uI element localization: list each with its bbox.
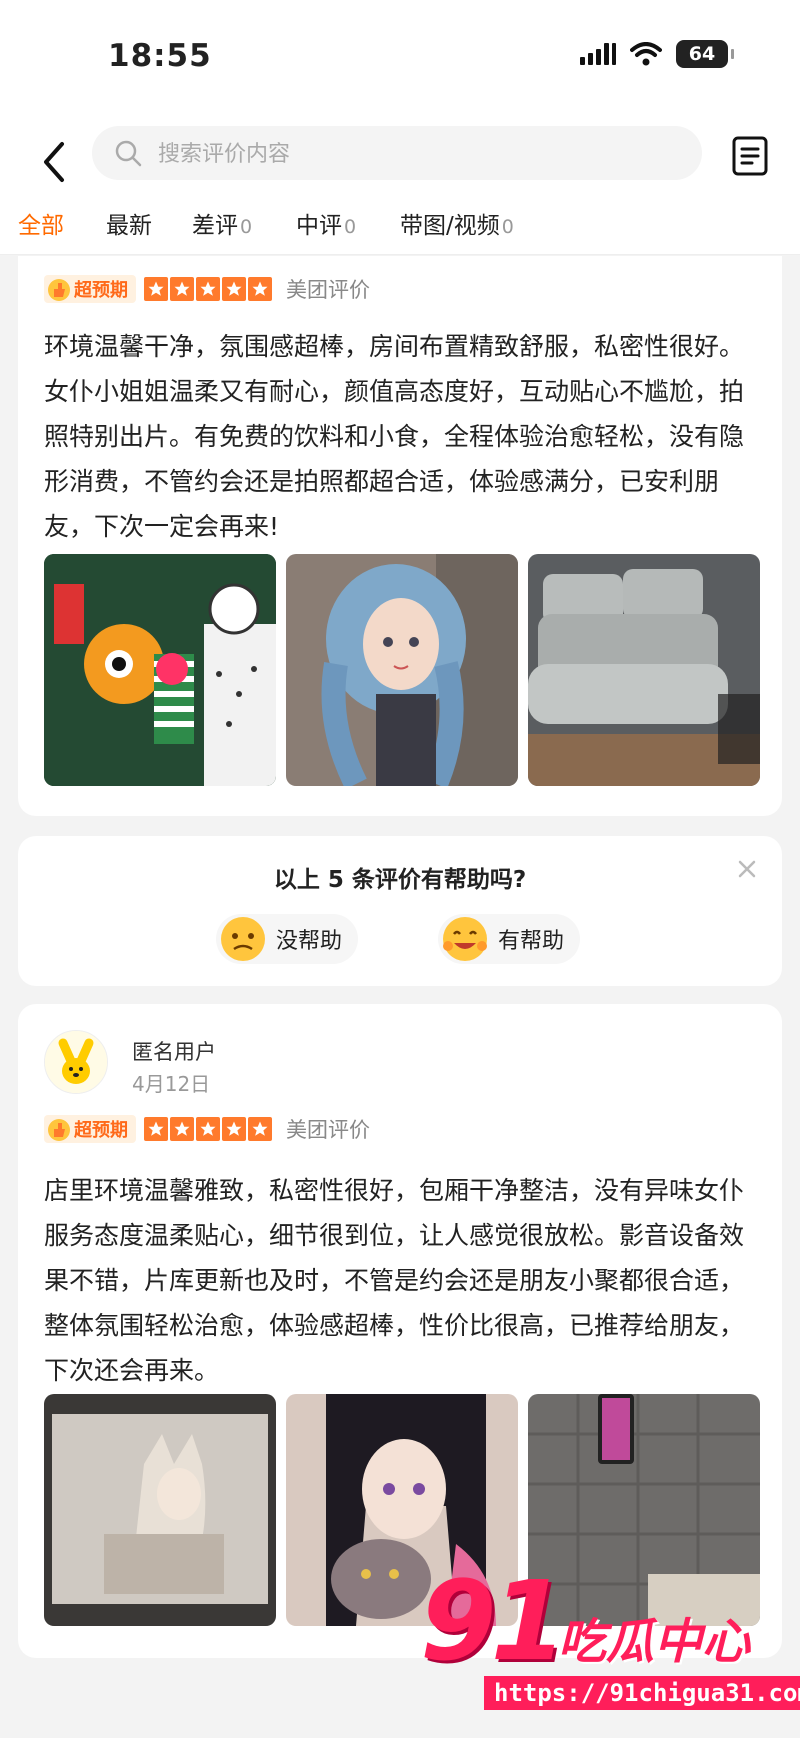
review-photos bbox=[44, 554, 760, 786]
star-icon bbox=[196, 277, 220, 301]
happy-face-icon bbox=[443, 917, 487, 961]
helpful-button[interactable]: 有帮助 bbox=[438, 914, 581, 964]
not-helpful-button[interactable]: 没帮助 bbox=[216, 914, 359, 964]
watermark-number: 91 bbox=[420, 1557, 567, 1685]
watermark: 91 吃瓜中心 https://91chigua31.com bbox=[420, 1557, 800, 1716]
thumbs-up-icon bbox=[48, 279, 70, 301]
tab-latest[interactable]: 最新 bbox=[106, 206, 154, 240]
search-icon bbox=[115, 140, 142, 167]
exceeds-expectation-badge: 超预期 bbox=[44, 1115, 136, 1143]
status-bar: 18:55 64 bbox=[0, 0, 800, 118]
helpful-survey-card: 以上 5 条评价有帮助吗? 没帮助 有帮助 bbox=[18, 836, 782, 986]
tab-label: 差评 bbox=[192, 213, 238, 239]
wifi-icon bbox=[630, 42, 662, 66]
search-input[interactable] bbox=[156, 126, 680, 182]
exceeds-expectation-badge: 超预期 bbox=[44, 275, 136, 303]
watermark-name: 吃瓜中心 bbox=[558, 1614, 751, 1670]
star-icon bbox=[170, 1117, 194, 1141]
rating-row: 超预期 美团评价 bbox=[44, 274, 370, 304]
star-icon bbox=[248, 277, 272, 301]
tab-neutral[interactable]: 中评 0 bbox=[296, 206, 356, 240]
signal-icon bbox=[580, 43, 616, 65]
star-icon bbox=[196, 1117, 220, 1141]
tab-all[interactable]: 全部 bbox=[18, 206, 66, 240]
list-icon[interactable] bbox=[730, 134, 770, 178]
tab-count: 0 bbox=[344, 216, 357, 238]
battery-icon: 64 bbox=[676, 40, 734, 68]
reviewer-name: 匿名用户 bbox=[132, 1040, 216, 1064]
tab-label: 带图/视频 bbox=[400, 213, 500, 239]
review-text: 环境温馨干净，氛围感超棒，房间布置精致舒服，私密性很好。女仆小姐姐温柔又有耐心，… bbox=[44, 332, 745, 541]
tab-count: 0 bbox=[240, 216, 253, 238]
filter-tabs: 全部 最新 差评 0 中评 0 带图/视频 0 bbox=[0, 192, 800, 255]
star-icon bbox=[222, 277, 246, 301]
close-icon[interactable] bbox=[736, 858, 758, 880]
tab-media[interactable]: 带图/视频 0 bbox=[400, 206, 514, 240]
star-rating bbox=[144, 277, 272, 301]
badge-label: 超预期 bbox=[74, 280, 128, 301]
back-arrow-icon[interactable] bbox=[34, 136, 74, 188]
star-rating bbox=[144, 1117, 272, 1141]
review-text: 店里环境温馨雅致，私密性很好，包厢干净整洁，没有异味女仆服务态度温柔贴心，细节很… bbox=[44, 1176, 745, 1385]
star-icon bbox=[248, 1117, 272, 1141]
tab-label: 中评 bbox=[296, 213, 342, 239]
tab-count: 0 bbox=[501, 216, 514, 238]
tab-label: 最新 bbox=[106, 213, 152, 239]
status-icons: 64 bbox=[580, 40, 734, 68]
badge-label: 超预期 bbox=[74, 1120, 128, 1141]
review-photo[interactable] bbox=[528, 554, 760, 786]
review-photo[interactable] bbox=[44, 1394, 276, 1626]
rating-row: 超预期 美团评价 bbox=[44, 1114, 370, 1144]
status-time: 18:55 bbox=[108, 38, 212, 74]
star-icon bbox=[144, 277, 168, 301]
confused-face-icon bbox=[221, 917, 265, 961]
review-source: 美团评价 bbox=[286, 1118, 370, 1142]
review-card: 匿名用户 4月12日 超预期 美团评价 店里环境温馨雅致，私密性很好，包厢干净整… bbox=[18, 1004, 782, 1658]
review-date: 4月12日 bbox=[132, 1072, 211, 1096]
star-icon bbox=[144, 1117, 168, 1141]
helpful-label: 有帮助 bbox=[498, 929, 565, 954]
review-card: 超预期 美团评价 环境温馨干净，氛围感超棒，房间布置精致舒服，私密性很好。女仆小… bbox=[18, 256, 782, 816]
search-bar[interactable] bbox=[92, 126, 702, 182]
watermark-url: https://91chigua31.com bbox=[484, 1676, 800, 1710]
star-icon bbox=[222, 1117, 246, 1141]
thumbs-up-icon bbox=[48, 1119, 70, 1141]
avatar[interactable] bbox=[44, 1030, 108, 1094]
review-photo[interactable] bbox=[286, 554, 518, 786]
review-source: 美团评价 bbox=[286, 278, 370, 302]
helpful-question: 以上 5 条评价有帮助吗? bbox=[273, 867, 527, 893]
tab-negative[interactable]: 差评 0 bbox=[192, 206, 252, 240]
tab-label: 全部 bbox=[18, 213, 64, 239]
not-helpful-label: 没帮助 bbox=[276, 929, 343, 954]
star-icon bbox=[170, 277, 194, 301]
review-photo[interactable] bbox=[44, 554, 276, 786]
